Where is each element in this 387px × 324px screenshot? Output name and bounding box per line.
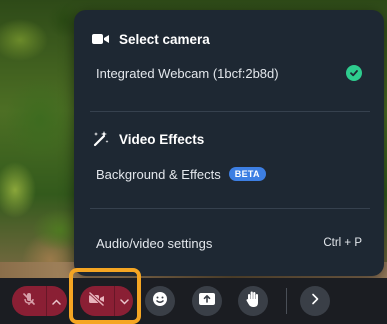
beta-badge: BETA [228, 167, 266, 181]
chevron-up-icon [51, 292, 61, 310]
mic-control [12, 286, 67, 316]
divider [90, 208, 370, 209]
chevron-right-icon [311, 292, 319, 310]
camera-option-label: Integrated Webcam (1bcf:2b8d) [96, 65, 279, 81]
effects-section-title: Video Effects [119, 131, 205, 147]
camera-control-highlight [69, 268, 141, 324]
mic-off-icon [21, 291, 37, 312]
share-screen-icon [198, 292, 216, 311]
effects-section-header: Video Effects [92, 130, 204, 148]
magic-wand-icon [92, 130, 110, 148]
video-camera-icon [92, 30, 110, 48]
toolbar-separator [286, 288, 287, 314]
settings-shortcut: Ctrl + P [323, 237, 362, 249]
more-controls-button[interactable] [300, 286, 330, 316]
meeting-toolbar [0, 278, 387, 324]
mic-options-button[interactable] [46, 286, 65, 316]
raise-hand-icon [245, 290, 261, 313]
share-screen-button[interactable] [192, 286, 222, 316]
camera-section-title: Select camera [119, 31, 210, 47]
raise-hand-button[interactable] [238, 286, 268, 316]
camera-option-integrated-webcam[interactable]: Integrated Webcam (1bcf:2b8d) [74, 56, 384, 90]
background-effects-label: Background & Effects [96, 166, 221, 182]
mic-toggle-button[interactable] [12, 286, 46, 316]
emoji-icon [152, 291, 168, 312]
audio-video-settings-option[interactable]: Audio/video settings Ctrl + P [74, 226, 384, 260]
audio-video-settings-label: Audio/video settings [96, 235, 213, 251]
background-effects-option[interactable]: Background & Effects BETA [74, 157, 384, 191]
camera-section-header: Select camera [92, 30, 210, 48]
divider [90, 111, 370, 112]
reactions-button[interactable] [145, 286, 175, 316]
check-icon [346, 65, 362, 81]
camera-menu-popup: Select camera Integrated Webcam (1bcf:2b… [74, 10, 384, 276]
